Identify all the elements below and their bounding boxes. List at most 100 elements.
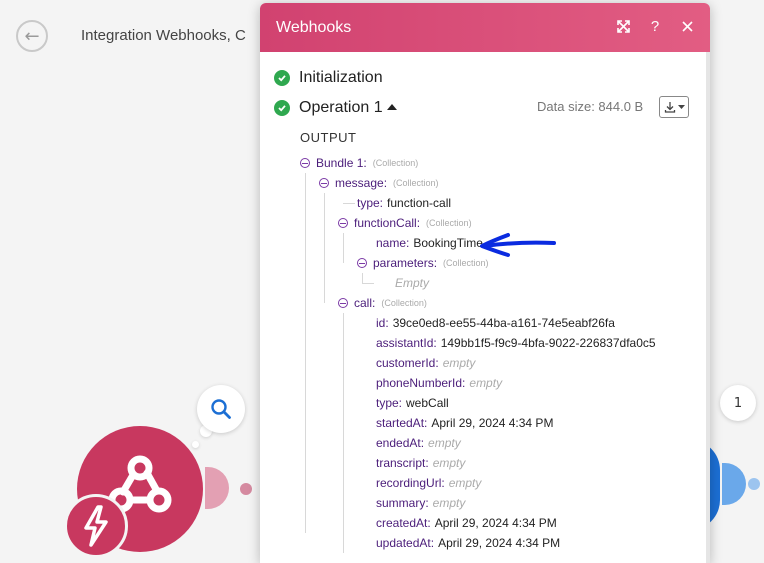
initialization-label: Initialization xyxy=(299,69,383,86)
tree-leaf: type: function-call xyxy=(357,193,451,213)
dialog-title: Webhooks xyxy=(276,18,352,36)
tree-key: summary: xyxy=(376,496,429,510)
tree-value: BookingTime xyxy=(413,236,483,250)
collapse-toggle-icon[interactable] xyxy=(300,158,310,168)
tree-leaf: name: BookingTime xyxy=(376,233,483,253)
tree-leaf: assistantId: 149bb1f5-f9c9-4bfa-9022-226… xyxy=(376,333,656,353)
chevron-down-icon xyxy=(677,104,685,109)
tree-key: customerId: xyxy=(376,356,439,370)
tree-leaf-empty: Empty xyxy=(391,273,429,293)
tree-leaf: startedAt: April 29, 2024 4:34 PM xyxy=(376,413,553,433)
tree-key: createdAt: xyxy=(376,516,431,530)
tree-empty-value: empty xyxy=(432,456,466,470)
tree-key: Bundle 1: xyxy=(316,156,367,170)
collapse-toggle-icon[interactable] xyxy=(357,258,367,268)
tree-empty-value: empty xyxy=(442,356,476,370)
operation-label: Operation 1 xyxy=(299,99,383,116)
tree-leaf: createdAt: April 29, 2024 4:34 PM xyxy=(376,513,557,533)
tree-empty-value: Empty xyxy=(395,276,430,290)
collapse-toggle-icon[interactable] xyxy=(319,178,329,188)
back-arrow-icon: ← xyxy=(24,25,40,47)
tree-leaf: summary: empty xyxy=(376,493,465,513)
tree-key: parameters: xyxy=(373,256,438,270)
tree-guide xyxy=(362,273,363,283)
tree-key: id: xyxy=(376,316,389,330)
data-size: Data size: 844.0 B xyxy=(537,99,644,114)
tree-guide xyxy=(343,203,355,204)
tree-value: April 29, 2024 4:34 PM xyxy=(438,536,561,550)
tree-guide xyxy=(305,173,306,533)
operation-row[interactable]: Operation 1 xyxy=(274,99,397,117)
operation-count-badge[interactable]: 1 xyxy=(720,385,756,421)
download-button[interactable] xyxy=(659,96,689,118)
bubble-tail-dot xyxy=(192,441,199,448)
tree-key: message: xyxy=(335,176,388,190)
tree-empty-value: empty xyxy=(469,376,503,390)
search-icon xyxy=(211,399,231,419)
tree-guide xyxy=(362,283,374,284)
tree-key: transcript: xyxy=(376,456,429,470)
lightning-icon xyxy=(84,505,108,547)
success-check-icon xyxy=(274,70,290,86)
tree-node-message[interactable]: message: (Collection) xyxy=(319,173,439,193)
collapse-toggle-icon[interactable] xyxy=(338,218,348,228)
tree-leaf: endedAt: empty xyxy=(376,433,461,453)
tree-leaf: updatedAt: April 29, 2024 4:34 PM xyxy=(376,533,560,553)
tree-key: phoneNumberId: xyxy=(376,376,466,390)
next-module-connector-dot xyxy=(748,478,760,490)
maximize-icon[interactable] xyxy=(616,17,630,35)
tree-leaf: phoneNumberId: empty xyxy=(376,373,502,393)
tree-leaf: id: 39ce0ed8-ee55-44ba-a161-74e5eabf26fa xyxy=(376,313,615,333)
tree-node-functioncall[interactable]: functionCall: (Collection) xyxy=(338,213,472,233)
download-icon xyxy=(664,102,675,113)
tree-type: (Collection) xyxy=(381,298,427,308)
module-connector-dot xyxy=(240,483,252,495)
tree-guide xyxy=(343,233,344,263)
tree-key: updatedAt: xyxy=(376,536,435,550)
initialization-row[interactable]: Initialization xyxy=(274,69,383,87)
tree-value: April 29, 2024 4:34 PM xyxy=(431,416,554,430)
scenario-title: Integration Webhooks, C xyxy=(81,27,246,44)
tree-key: type: xyxy=(357,196,384,210)
tree-leaf: transcript: empty xyxy=(376,453,465,473)
instant-trigger-badge xyxy=(64,494,128,558)
tree-type: (Collection) xyxy=(393,178,439,188)
success-check-icon xyxy=(274,100,290,116)
tree-key: type: xyxy=(376,396,403,410)
tree-value: April 29, 2024 4:34 PM xyxy=(434,516,557,530)
tree-key: assistantId: xyxy=(376,336,437,350)
module-connector xyxy=(205,467,229,509)
search-bubble[interactable] xyxy=(197,385,245,433)
help-icon[interactable]: ? xyxy=(648,17,662,35)
tree-leaf: customerId: empty xyxy=(376,353,475,373)
collapse-toggle-icon[interactable] xyxy=(338,298,348,308)
next-module-connector xyxy=(722,463,746,505)
tree-value: 39ce0ed8-ee55-44ba-a161-74e5eabf26fa xyxy=(392,316,615,330)
output-label: OUTPUT xyxy=(300,130,357,145)
tree-key: startedAt: xyxy=(376,416,428,430)
tree-empty-value: empty xyxy=(432,496,466,510)
tree-value: webCall xyxy=(406,396,449,410)
scrollbar[interactable] xyxy=(706,52,710,563)
tree-empty-value: empty xyxy=(428,436,461,450)
close-icon[interactable] xyxy=(680,17,694,35)
tree-key: call: xyxy=(354,296,376,310)
tree-type: (Collection) xyxy=(372,158,419,168)
tree-type: (Collection) xyxy=(426,218,472,228)
dialog-header: Webhooks ? xyxy=(260,3,710,52)
tree-node-bundle[interactable]: Bundle 1: (Collection) xyxy=(300,153,418,173)
tree-value: 149bb1f5-f9c9-4bfa-9022-226837dfa0c5 xyxy=(440,336,656,350)
tree-node-parameters[interactable]: parameters: (Collection) xyxy=(357,253,489,273)
tree-key: functionCall: xyxy=(354,216,421,230)
back-button[interactable]: ← xyxy=(16,20,48,52)
tree-key: name: xyxy=(376,236,410,250)
webhooks-dialog: Webhooks ? Initialization Operation 1 Da… xyxy=(260,3,710,563)
tree-key: endedAt: xyxy=(376,436,425,450)
tree-leaf: type: webCall xyxy=(376,393,449,413)
collapse-caret-icon[interactable] xyxy=(386,104,397,110)
tree-leaf: recordingUrl: empty xyxy=(376,473,481,493)
tree-key: recordingUrl: xyxy=(376,476,445,490)
tree-guide xyxy=(343,313,344,553)
tree-node-call[interactable]: call: (Collection) xyxy=(338,293,427,313)
tree-value: function-call xyxy=(387,196,452,210)
